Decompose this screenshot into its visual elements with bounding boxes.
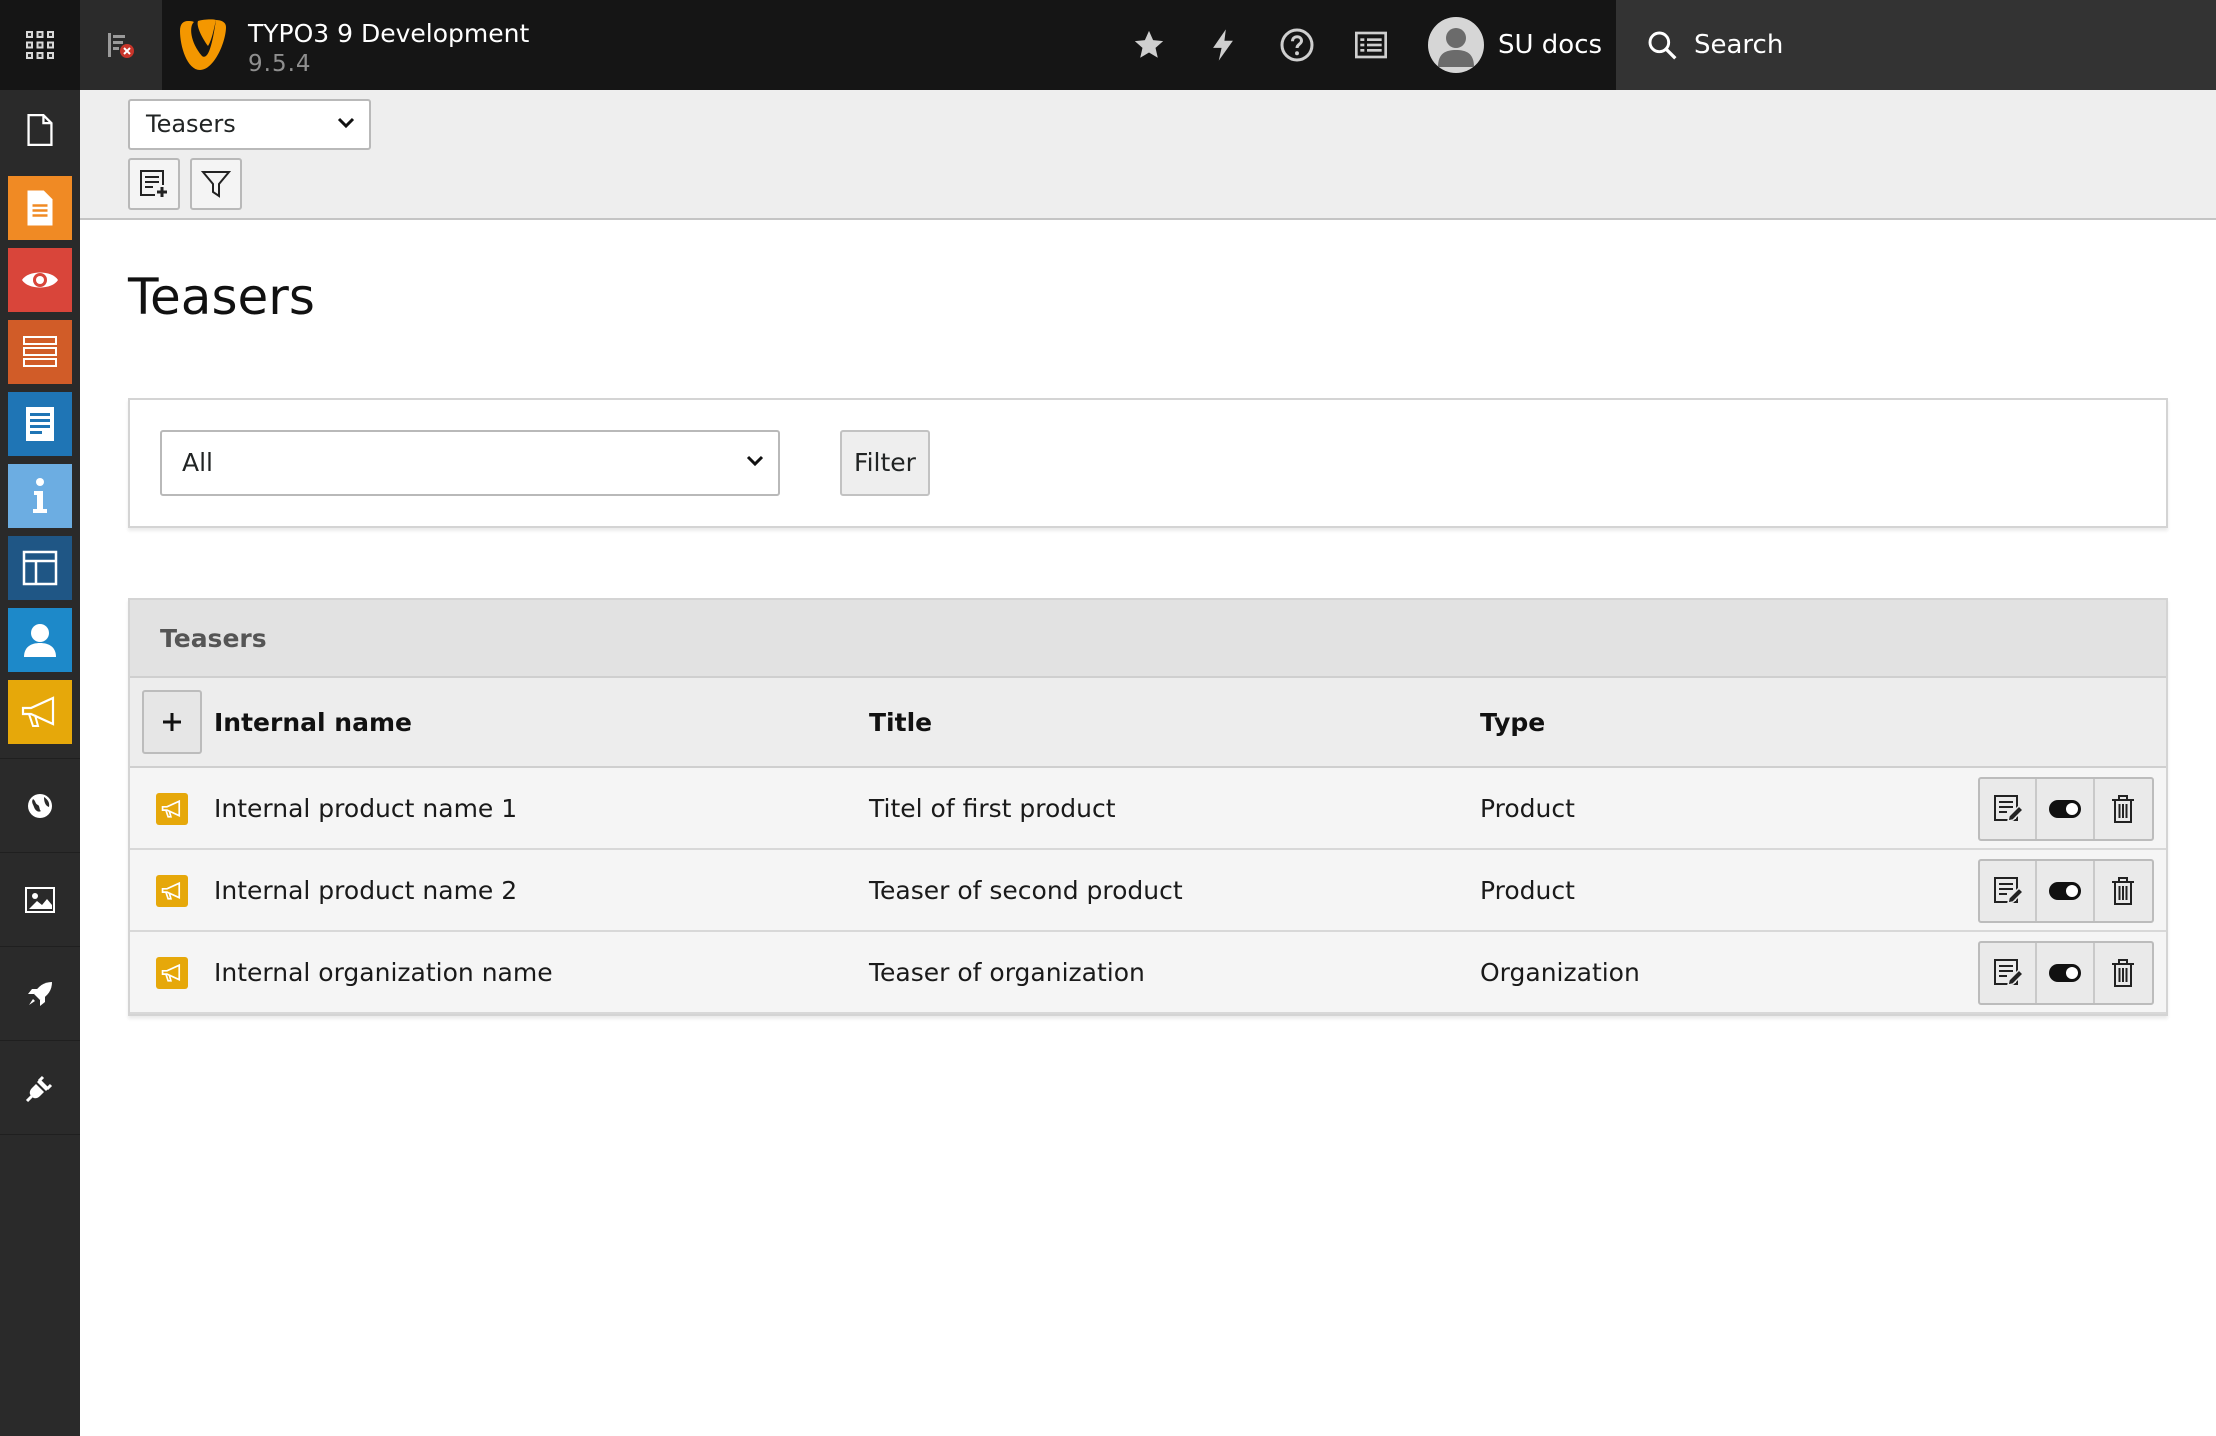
apps-grid-icon[interactable] (0, 0, 80, 90)
type-filter-select[interactable]: All (160, 430, 780, 496)
column-header-title[interactable]: Title (869, 708, 932, 737)
globe-icon[interactable] (0, 758, 80, 852)
row-actions (1978, 941, 2154, 1005)
table-row[interactable]: Internal product name 2 Teaser of second… (130, 850, 2166, 932)
delete-trash-icon[interactable] (2095, 861, 2152, 921)
user-icon[interactable] (8, 608, 72, 672)
column-header-internal-name[interactable]: Internal name (214, 708, 412, 737)
cell-internal-name[interactable]: Internal organization name (214, 958, 553, 987)
sidebar-divider (0, 1134, 80, 1135)
edit-icon[interactable] (1980, 779, 2038, 839)
plus-icon (160, 710, 184, 734)
cell-internal-name[interactable]: Internal product name 1 (214, 794, 517, 823)
search-label: Search (1694, 30, 1784, 60)
filter-panel: All Filter (128, 398, 2168, 528)
module-menu (0, 90, 80, 1436)
column-header-type[interactable]: Type (1480, 708, 1545, 737)
system-information-icon[interactable] (1351, 25, 1391, 65)
app-name: TYPO3 9 Development (248, 19, 530, 48)
user-menu[interactable]: SU docs (1428, 16, 1602, 74)
cell-title: Teaser of second product (869, 876, 1183, 905)
list-icon[interactable] (8, 320, 72, 384)
module-function-select[interactable]: Teasers (128, 99, 371, 150)
app-brand[interactable]: TYPO3 9 Development 9.5.4 (248, 18, 529, 78)
cell-type: Product (1480, 876, 1575, 905)
bookmark-star-icon[interactable] (1129, 25, 1169, 65)
form-icon[interactable] (8, 392, 72, 456)
teaser-record-icon (156, 793, 188, 825)
cell-title: Teaser of organization (869, 958, 1145, 987)
megaphone-icon[interactable] (8, 680, 72, 744)
page-tree-toggle-icon[interactable] (80, 0, 162, 90)
module-function-select-value: Teasers (146, 110, 236, 138)
cell-type: Product (1480, 794, 1575, 823)
layout-icon[interactable] (8, 536, 72, 600)
docheader: Teasers (80, 90, 2216, 220)
document-icon[interactable] (8, 98, 72, 162)
teaser-record-icon (156, 957, 188, 989)
chevron-down-icon (746, 454, 764, 468)
toggle-visibility-icon[interactable] (2037, 779, 2095, 839)
eye-icon[interactable] (8, 248, 72, 312)
rocket-icon[interactable] (0, 946, 80, 1040)
cell-internal-name[interactable]: Internal product name 2 (214, 876, 517, 905)
toggle-visibility-icon[interactable] (2037, 943, 2095, 1003)
records-panel-heading: Teasers (130, 600, 2166, 678)
cell-type: Organization (1480, 958, 1640, 987)
toggle-visibility-icon[interactable] (2037, 861, 2095, 921)
page-icon[interactable] (8, 176, 72, 240)
app-version: 9.5.4 (248, 51, 312, 77)
search-icon (1646, 29, 1678, 61)
table-header: Internal name Title Type (130, 678, 2166, 768)
new-record-button[interactable] (128, 158, 180, 210)
filter-submit-button[interactable]: Filter (840, 430, 930, 496)
edit-icon[interactable] (1980, 861, 2038, 921)
row-actions (1978, 859, 2154, 923)
new-record-icon (138, 168, 170, 200)
typo3-logo-icon[interactable] (178, 18, 228, 72)
records-panel-title: Teasers (160, 624, 267, 653)
help-icon[interactable] (1277, 25, 1317, 65)
flush-cache-bolt-icon[interactable] (1203, 25, 1243, 65)
chevron-down-icon (337, 116, 355, 130)
user-name: SU docs (1498, 30, 1603, 60)
type-filter-value: All (182, 448, 213, 477)
row-actions (1978, 777, 2154, 841)
plug-icon[interactable] (0, 1040, 80, 1134)
teaser-record-icon (156, 875, 188, 907)
user-avatar-icon (1428, 17, 1484, 73)
table-row[interactable]: Internal product name 1 Titel of first p… (130, 768, 2166, 850)
page-title: Teasers (128, 268, 315, 326)
search-toggle[interactable]: Search (1616, 0, 2216, 90)
records-panel: Teasers Internal name Title Type Interna… (128, 598, 2168, 1016)
cell-title: Titel of first product (869, 794, 1116, 823)
topbar: TYPO3 9 Development 9.5.4 SU docs Search (0, 0, 2216, 90)
delete-trash-icon[interactable] (2095, 779, 2152, 839)
edit-icon[interactable] (1980, 943, 2038, 1003)
filter-button[interactable] (190, 158, 242, 210)
image-icon[interactable] (0, 852, 80, 946)
delete-trash-icon[interactable] (2095, 943, 2152, 1003)
add-record-button[interactable] (142, 690, 202, 754)
info-icon[interactable] (8, 464, 72, 528)
table-row[interactable]: Internal organization name Teaser of org… (130, 932, 2166, 1014)
filter-icon (201, 169, 231, 199)
